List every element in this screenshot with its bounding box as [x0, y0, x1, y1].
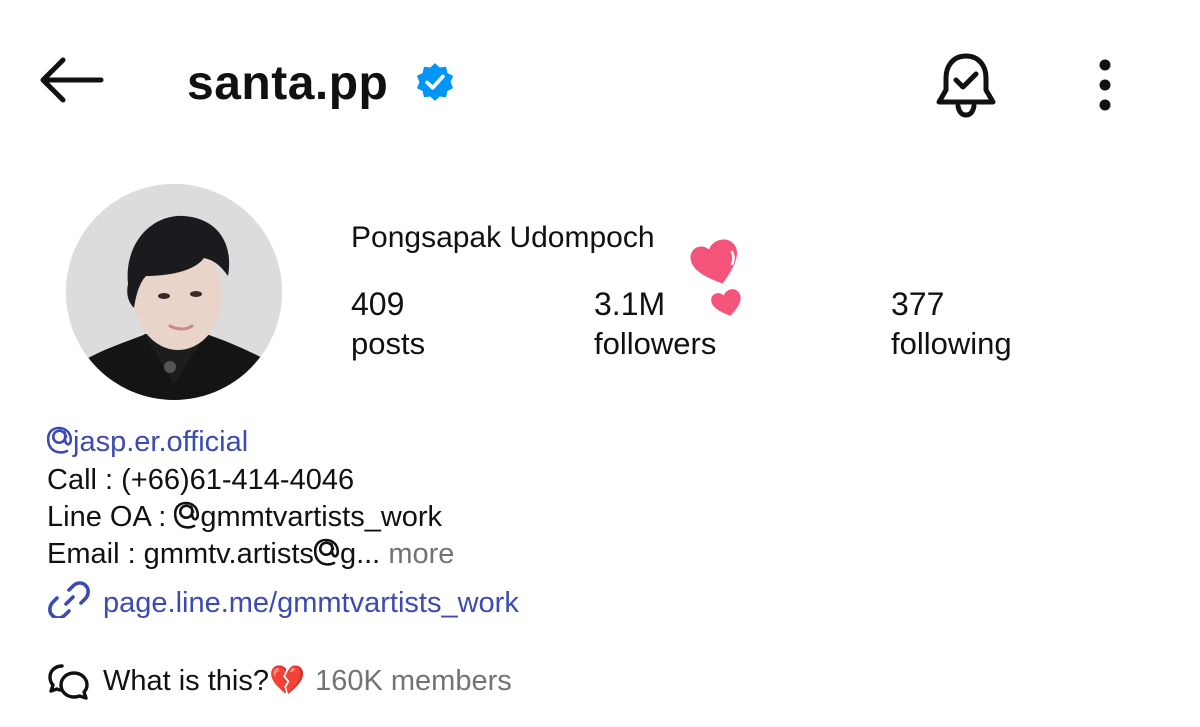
notifications-bell-button[interactable]	[928, 46, 1004, 122]
threads-at-icon	[313, 538, 340, 576]
posts-count-value: 409	[351, 286, 405, 322]
verified-badge-icon	[414, 61, 456, 103]
threads-handle-link[interactable]: jasp.er.official	[46, 423, 249, 464]
profile-username: santa.pp	[187, 57, 389, 110]
posts-count-label: posts	[351, 326, 426, 361]
threads-at-icon	[174, 501, 200, 539]
posts-count[interactable]: 409 posts	[351, 284, 425, 364]
arrow-left-icon	[40, 57, 104, 103]
bio-line-oa: Line OA : gmmtvartists_work	[47, 498, 442, 539]
threads-handle-text: jasp.er.official	[73, 426, 249, 458]
more-vertical-icon	[1099, 59, 1111, 111]
bell-check-icon	[936, 53, 996, 118]
profile-full-name: Pongsapak Udompoch	[351, 221, 655, 254]
bio-more-button[interactable]: more	[388, 538, 454, 570]
channel-name: What is this?	[103, 664, 269, 697]
following-count-label: following	[891, 326, 1012, 361]
bio-line-oa-handle: gmmtvartists_work	[200, 501, 443, 533]
link-icon	[47, 578, 91, 628]
chat-bubbles-icon	[47, 660, 91, 702]
more-options-button[interactable]	[1080, 50, 1130, 120]
channel-members: 160K members	[315, 664, 512, 697]
bio-email-prefix: Email : gmmtv.artists	[47, 538, 314, 570]
bio-email: Email : gmmtv.artists g... more	[47, 535, 454, 576]
following-count[interactable]: 377 following	[891, 284, 1012, 364]
profile-avatar[interactable]	[66, 184, 282, 400]
bio-line-oa-prefix: Line OA :	[47, 501, 175, 533]
back-button[interactable]	[30, 44, 110, 116]
threads-at-icon	[46, 426, 73, 464]
bio-email-suffix: g...	[339, 538, 381, 570]
followers-count-label: followers	[594, 326, 717, 361]
external-link[interactable]: page.line.me/gmmtvartists_work	[47, 578, 519, 628]
broadcast-channel-row[interactable]: What is this? 💔 160K members	[47, 660, 512, 702]
external-link-text: page.line.me/gmmtvartists_work	[103, 587, 519, 619]
channel-emoji: 💔	[269, 665, 306, 697]
hearts-sticker-icon	[688, 238, 750, 320]
following-count-value: 377	[891, 286, 945, 322]
bio-call: Call : (+66)61-414-4046	[47, 464, 355, 496]
